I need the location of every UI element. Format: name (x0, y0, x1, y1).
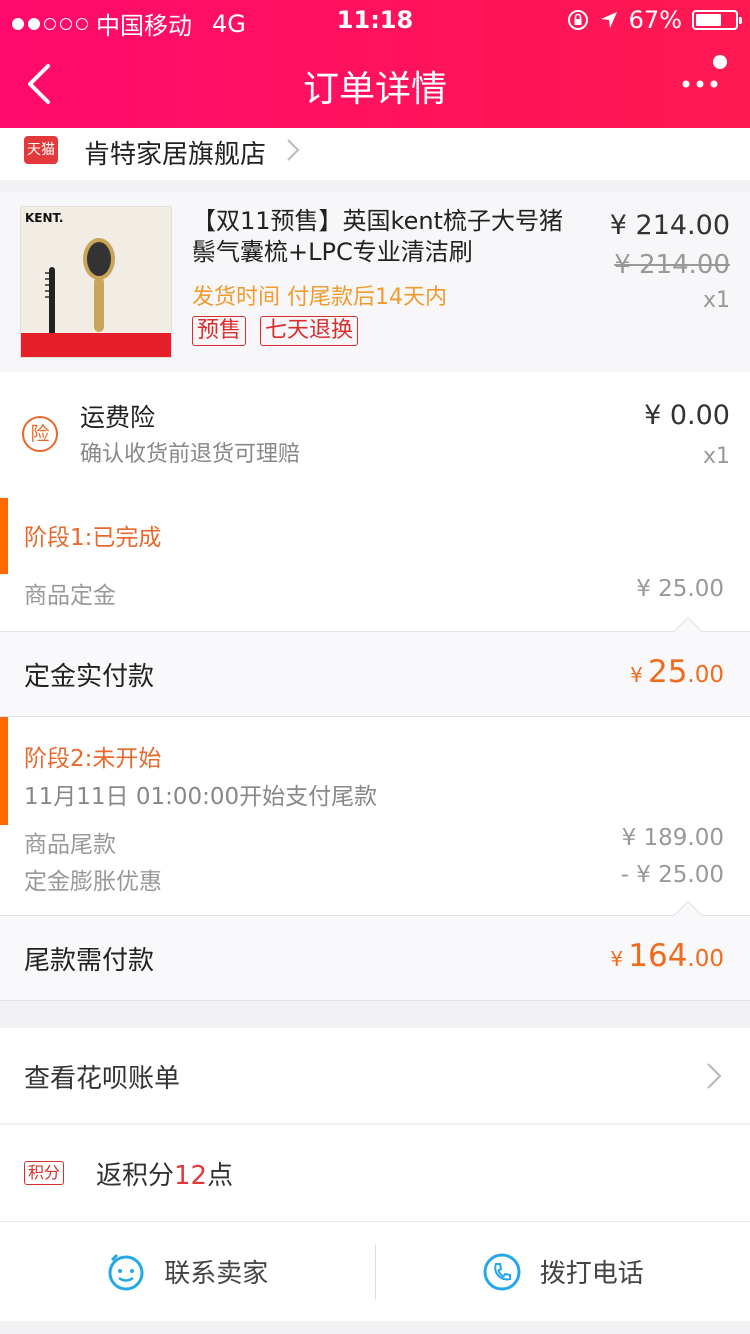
rotation-lock-icon (567, 10, 588, 30)
shop-name: 肯特家居旗舰店 (84, 140, 267, 170)
stage1-block: 阶段1:已完成 商品定金 ¥ 25.00 (0, 498, 750, 631)
nav-bar: 订单详情 (0, 40, 750, 128)
shop-row[interactable]: 天猫 肯特家居旗舰店 (0, 128, 750, 180)
points-badge: 积分 (24, 1161, 65, 1185)
shipping-time: 发货时间 付尾款后14天内 (192, 285, 447, 310)
balance-due-label: 尾款需付款 (24, 946, 155, 976)
product-image: KENT. (20, 206, 172, 358)
deposit-label: 商品定金 (24, 583, 116, 609)
discount-value: - ¥ 25.00 (620, 862, 724, 888)
product-price: ¥ 214.00 (609, 210, 730, 241)
product-title: 【双11预售】英国kent梳子大号猪鬃气囊梳+LPC专业清洁刷 (192, 207, 563, 266)
product-qty: x1 (702, 288, 730, 313)
battery-icon (692, 10, 742, 30)
contact-seller-label: 联系卖家 (164, 1259, 269, 1289)
stage2-subtitle: 11月11日 01:00:00开始支付尾款 (24, 784, 378, 810)
deposit-paid-amount: ¥ 25.00 (630, 654, 724, 690)
location-icon (600, 12, 617, 28)
deposit-value: ¥ 25.00 (636, 576, 724, 602)
insurance-row: 险 运费险 确认收货前退货可理赔 ¥ 0.00 x1 (0, 372, 750, 498)
balance-due-amount: ¥ 164.00 (610, 938, 724, 974)
kent-logo: KENT. (25, 211, 64, 225)
deposit-paid-row: 定金实付款 ¥ 25.00 (0, 616, 750, 717)
chat-smile-icon (108, 1253, 144, 1290)
original-price: ¥ 214.00 (614, 250, 730, 280)
insurance-icon: 险 (22, 416, 58, 452)
tmall-badge: 天猫 (24, 136, 58, 164)
product-tags: 预售 七天退换 (192, 316, 359, 346)
insurance-price: ¥ 0.00 (644, 400, 730, 431)
tag-presale: 预售 (192, 316, 247, 346)
insurance-title: 运费险 (80, 403, 156, 432)
status-right: 67% (567, 6, 742, 34)
app-header: 中国移动 4G 11:18 67% 订单详情 (0, 0, 750, 128)
battery-fill (696, 14, 722, 26)
comb-icon (45, 267, 55, 337)
call-button[interactable]: 拨打电话 (376, 1222, 750, 1321)
stage2-indicator (0, 717, 8, 825)
stage1-title: 阶段1:已完成 (24, 525, 162, 551)
more-options-icon[interactable] (678, 54, 728, 104)
page-title: 订单详情 (302, 69, 447, 110)
huabei-bill-row[interactable]: 查看花呗账单 (0, 1028, 750, 1124)
promo-band (21, 333, 171, 357)
brush-icon (83, 238, 115, 332)
balance-label: 商品尾款 (24, 832, 116, 858)
call-label: 拨打电话 (539, 1259, 644, 1289)
phone-icon (483, 1253, 521, 1290)
chevron-right-icon (707, 1063, 722, 1089)
bottom-actions: 联系卖家 拨打电话 (0, 1221, 750, 1321)
insurance-qty: x1 (702, 444, 730, 469)
chevron-right-icon (287, 139, 300, 161)
stage2-title: 阶段2:未开始 (24, 746, 162, 772)
points-row: 积分 返积分12点 (0, 1125, 750, 1221)
deposit-paid-label: 定金实付款 (24, 662, 155, 692)
discount-label: 定金膨胀优惠 (24, 869, 162, 895)
status-bar: 中国移动 4G 11:18 67% (0, 0, 750, 40)
contact-seller-button[interactable]: 联系卖家 (0, 1222, 375, 1321)
balance-due-row: 尾款需付款 ¥ 164.00 (0, 900, 750, 1001)
huabei-bill-label: 查看花呗账单 (24, 1064, 181, 1094)
insurance-subtitle: 确认收货前退货可理赔 (80, 442, 301, 467)
tag-return: 七天退换 (260, 316, 359, 346)
balance-value: ¥ 189.00 (621, 825, 724, 851)
stage1-indicator (0, 498, 8, 574)
stage2-block: 阶段2:未开始 11月11日 01:00:00开始支付尾款 商品尾款 ¥ 189… (0, 717, 750, 915)
product-card[interactable]: KENT. 【双11预售】英国kent梳子大号猪鬃气囊梳+LPC专业清洁刷 发货… (0, 192, 750, 372)
points-text: 返积分12点 (96, 1161, 234, 1191)
battery-percent: 67% (628, 6, 682, 34)
